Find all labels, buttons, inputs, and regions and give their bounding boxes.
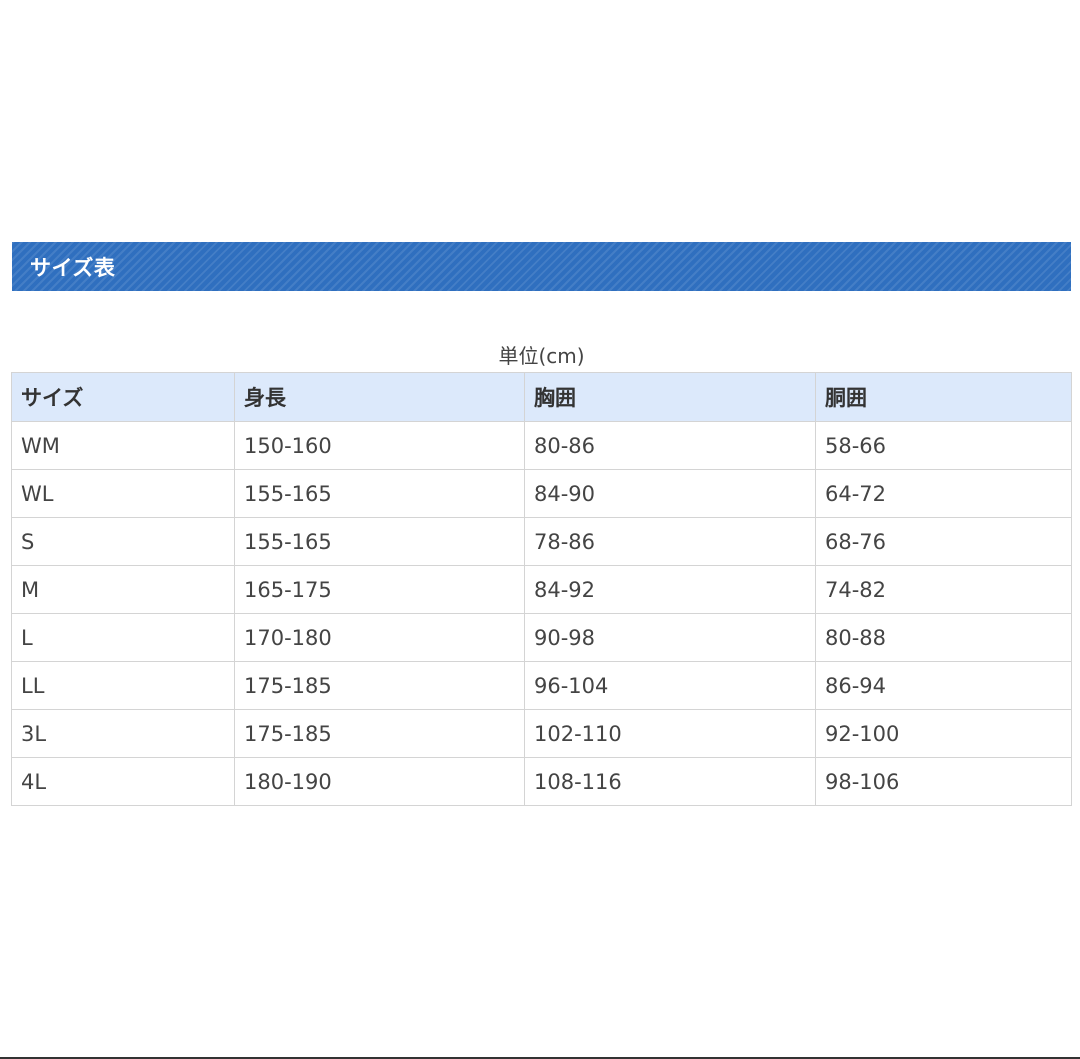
cell-size: 3L xyxy=(11,709,235,758)
table-row: LL 175-185 96-104 86-94 xyxy=(11,661,1072,710)
header-chest: 胸囲 xyxy=(524,372,816,422)
cell-chest: 108-116 xyxy=(524,757,816,806)
table-row: M 165-175 84-92 74-82 xyxy=(11,565,1072,614)
cell-size: WL xyxy=(11,469,235,518)
cell-chest: 80-86 xyxy=(524,421,816,470)
cell-chest: 84-92 xyxy=(524,565,816,614)
cell-size: M xyxy=(11,565,235,614)
cell-chest: 102-110 xyxy=(524,709,816,758)
cell-size: WM xyxy=(11,421,235,470)
cell-height: 170-180 xyxy=(234,613,525,662)
cell-waist: 58-66 xyxy=(815,421,1072,470)
cell-chest: 84-90 xyxy=(524,469,816,518)
cell-size: LL xyxy=(11,661,235,710)
table-row: 3L 175-185 102-110 92-100 xyxy=(11,709,1072,758)
cell-size: L xyxy=(11,613,235,662)
cell-height: 150-160 xyxy=(234,421,525,470)
cell-size: S xyxy=(11,517,235,566)
table-row: S 155-165 78-86 68-76 xyxy=(11,517,1072,566)
unit-caption: 単位(cm) xyxy=(498,344,585,368)
header-height: 身長 xyxy=(234,372,525,422)
section-title: サイズ表 xyxy=(30,255,116,280)
table-row: WM 150-160 80-86 58-66 xyxy=(11,421,1072,470)
section-header: サイズ表 xyxy=(12,242,1071,291)
cell-height: 155-165 xyxy=(234,517,525,566)
cell-waist: 86-94 xyxy=(815,661,1072,710)
table-row: WL 155-165 84-90 64-72 xyxy=(11,469,1072,518)
header-size: サイズ xyxy=(11,372,235,422)
cell-waist: 64-72 xyxy=(815,469,1072,518)
table-row: 4L 180-190 108-116 98-106 xyxy=(11,757,1072,806)
cell-waist: 68-76 xyxy=(815,517,1072,566)
cell-waist: 98-106 xyxy=(815,757,1072,806)
size-table: サイズ 身長 胸囲 胴囲 WM 150-160 80-86 58-66 WL 1… xyxy=(11,372,1072,806)
cell-height: 175-185 xyxy=(234,661,525,710)
table-row: L 170-180 90-98 80-88 xyxy=(11,613,1072,662)
cell-chest: 78-86 xyxy=(524,517,816,566)
cell-chest: 96-104 xyxy=(524,661,816,710)
cell-waist: 80-88 xyxy=(815,613,1072,662)
cell-height: 175-185 xyxy=(234,709,525,758)
header-waist: 胴囲 xyxy=(815,372,1072,422)
cell-height: 180-190 xyxy=(234,757,525,806)
cell-height: 155-165 xyxy=(234,469,525,518)
cell-height: 165-175 xyxy=(234,565,525,614)
cell-waist: 92-100 xyxy=(815,709,1072,758)
cell-waist: 74-82 xyxy=(815,565,1072,614)
cell-chest: 90-98 xyxy=(524,613,816,662)
table-header-row: サイズ 身長 胸囲 胴囲 xyxy=(11,372,1072,422)
cell-size: 4L xyxy=(11,757,235,806)
